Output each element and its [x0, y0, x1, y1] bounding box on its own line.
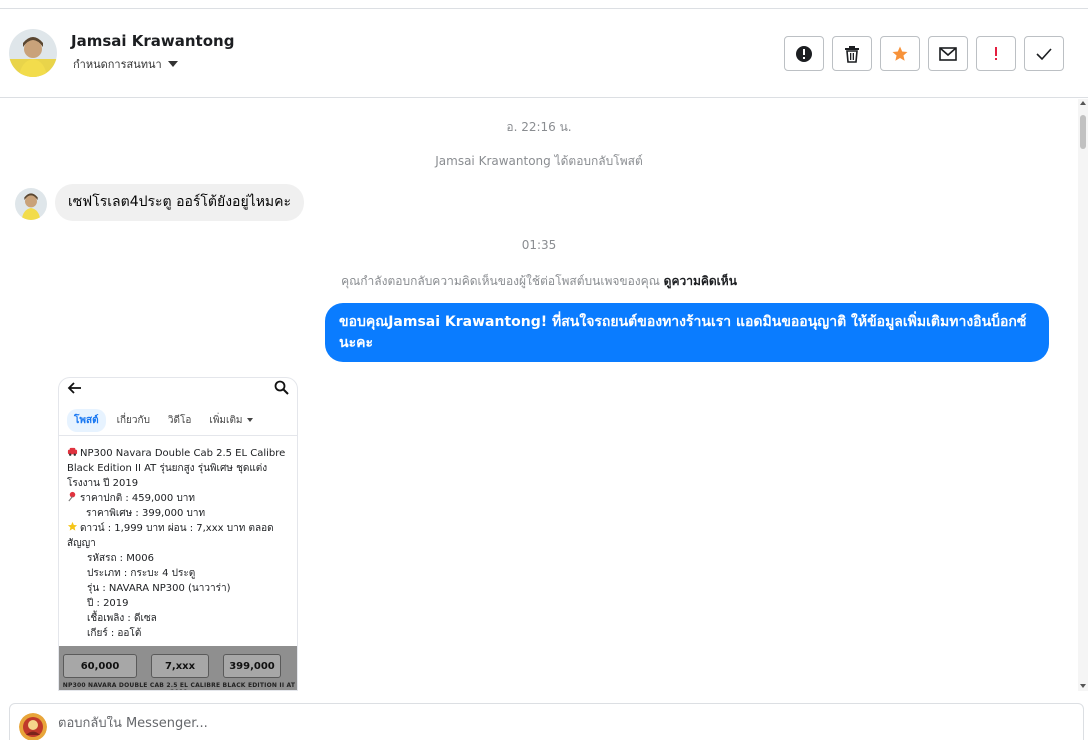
- phone-tab-posts: โพสต์: [67, 409, 106, 432]
- image-attachment[interactable]: โพสต์ เกี่ยวกับ วิดีโอ เพิ่มเติม NP300 N…: [58, 377, 298, 691]
- scroll-down-arrow-icon[interactable]: [1080, 684, 1086, 688]
- mark-unread-button[interactable]: [928, 36, 968, 71]
- priority-button[interactable]: [976, 36, 1016, 71]
- mark-done-button[interactable]: [1024, 36, 1064, 71]
- post-line: ราคาปกติ : 459,000 บาท: [67, 491, 293, 506]
- star-icon: [892, 46, 908, 61]
- phone-page-tabs: โพสต์ เกี่ยวกับ วิดีโอ เพิ่มเติม: [59, 406, 297, 436]
- price-box: 7,xxx: [151, 654, 209, 678]
- timestamp: อ. 22:16 น.: [506, 120, 572, 134]
- price-box: 60,000: [63, 654, 137, 678]
- reply-input[interactable]: [58, 716, 958, 731]
- phone-top-bar: [59, 378, 297, 400]
- conversation-header: Jamsai Krawantong กำหนดการสนทนา: [0, 9, 1088, 98]
- thread-scrollbar[interactable]: [1078, 99, 1088, 691]
- arrow-left-icon: [67, 382, 81, 394]
- assign-conversation-dropdown[interactable]: กำหนดการสนทนา: [73, 55, 178, 73]
- trash-icon: [845, 45, 859, 63]
- search-icon: [274, 380, 289, 395]
- car-icon: [67, 447, 78, 456]
- post-line: รุ่น : NAVARA NP300 (นาวาร่า): [87, 583, 231, 594]
- outgoing-message[interactable]: ขอบคุณJamsai Krawantong! ที่สนใจรถยนต์ขอ…: [325, 303, 1049, 362]
- pin-icon: [68, 491, 76, 502]
- post-line: NP300 Navara Double Cab 2.5 EL Calibre B…: [67, 447, 286, 489]
- sender-avatar[interactable]: [15, 188, 47, 220]
- post-image-banner: 60,000 7,xxx 399,000 NP300 NAVARA DOUBLE…: [59, 646, 297, 690]
- post-text: NP300 Navara Double Cab 2.5 EL Calibre B…: [67, 446, 293, 641]
- caret-down-icon: [167, 61, 178, 67]
- page-avatar: [19, 713, 47, 740]
- phone-tab-about: เกี่ยวกับ: [116, 415, 150, 426]
- view-comment-link[interactable]: ดูความคิดเห็น: [664, 274, 737, 288]
- post-line: เกียร์ : ออโต้: [87, 628, 142, 639]
- exclamation-icon: [995, 46, 997, 60]
- post-line: ประเภท : กระบะ 4 ประตู: [87, 568, 196, 579]
- phone-tab-videos: วิดีโอ: [167, 415, 192, 426]
- scroll-thumb[interactable]: [1080, 115, 1086, 149]
- scroll-up-arrow-icon[interactable]: [1080, 101, 1086, 105]
- comment-reply-note: คุณกำลังตอบกลับความคิดเห็นของผู้ใช้ต่อโพ…: [0, 272, 1078, 291]
- post-line: เชื้อเพลิง : ดีเซล: [87, 613, 157, 624]
- post-line: ราคาพิเศษ : 399,000 บาท: [86, 508, 206, 519]
- banner-title: NP300 NAVARA DOUBLE CAB 2.5 EL CALIBRE B…: [62, 682, 296, 690]
- envelope-icon: [939, 46, 957, 61]
- caret-down-icon: [246, 418, 253, 422]
- phone-tab-more: เพิ่มเติม: [202, 409, 259, 432]
- alert-circle-icon: [796, 45, 812, 62]
- delete-button[interactable]: [832, 36, 872, 71]
- contact-name: Jamsai Krawantong: [71, 32, 235, 50]
- star-button[interactable]: [880, 36, 920, 71]
- system-note: Jamsai Krawantong ได้ตอบกลับโพสต์: [435, 154, 643, 168]
- price-box: 399,000: [223, 654, 281, 678]
- star-emoji-icon: [67, 521, 78, 531]
- post-line: ปี : 2019: [87, 598, 129, 609]
- report-button[interactable]: [784, 36, 824, 71]
- check-icon: [1036, 47, 1052, 60]
- reply-composer: [9, 703, 1084, 740]
- contact-avatar[interactable]: [9, 29, 57, 77]
- incoming-message[interactable]: เซฟโรเลต4ประตู ออร์โต้ยังอยู่ไหมคะ: [55, 184, 305, 221]
- header-actions: [784, 36, 1064, 71]
- comment-note-text: คุณกำลังตอบกลับความคิดเห็นของผู้ใช้ต่อโพ…: [341, 274, 660, 288]
- timestamp: 01:35: [521, 238, 557, 252]
- post-line: ดาวน์ : 1,999 บาท ผ่อน : 7,xxx บาท ตลอดส…: [67, 521, 274, 549]
- message-thread: อ. 22:16 น. Jamsai Krawantong ได้ตอบกลับ…: [0, 99, 1078, 691]
- post-line: รหัสรถ : M006: [87, 553, 154, 564]
- assign-label: กำหนดการสนทนา: [73, 58, 162, 71]
